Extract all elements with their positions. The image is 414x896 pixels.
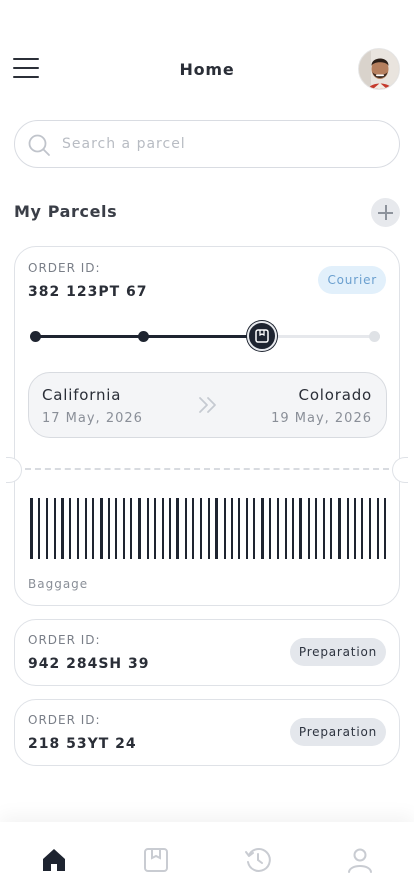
progress-track-remaining [262,335,380,338]
package-icon[interactable] [142,846,170,874]
ticket-divider [25,468,389,470]
order-id-value: 218 53YT 24 [28,736,137,752]
parcel-card[interactable]: ORDER ID: 218 53YT 24 Preparation [14,699,400,766]
progress-step-dot [138,331,149,342]
search-icon [28,134,50,156]
route-panel: California 17 May, 2026 Colorado 19 May,… [28,372,387,438]
barcode-label: Baggage [28,577,89,591]
package-icon [255,329,269,343]
package-marker [247,321,277,351]
parcel-card[interactable]: ORDER ID: 382 123PT 67 Courier Californi… [6,246,408,606]
arrival-date: 19 May, 2026 [271,411,372,426]
search-input[interactable] [62,129,382,159]
add-parcel-button[interactable] [371,198,400,227]
order-id-label: ORDER ID: [28,713,101,727]
status-badge: Courier [318,266,386,294]
progress-track-completed [36,335,262,338]
bottom-navigation [0,822,414,896]
barcode [30,498,386,559]
destination-city: Colorado [298,386,372,404]
ticket-notch [6,457,22,483]
double-chevron-right-icon [199,397,216,413]
delivery-progress [28,321,388,351]
progress-step-dot [30,331,41,342]
order-id-value: 942 284SH 39 [28,656,150,672]
progress-step-dot [369,331,380,342]
status-badge: Preparation [289,638,386,666]
page-title: Home [179,60,235,79]
home-icon[interactable] [40,846,68,874]
section-title: My Parcels [14,202,118,221]
search-bar [14,120,400,168]
profile-icon[interactable] [346,846,374,874]
departure-date: 17 May, 2026 [42,411,143,426]
order-id-label: ORDER ID: [28,261,101,275]
parcel-card[interactable]: ORDER ID: 942 284SH 39 Preparation [14,619,400,686]
history-icon[interactable] [244,846,272,874]
order-id-label: ORDER ID: [28,633,101,647]
top-bar: Home [0,48,414,92]
order-id-value: 382 123PT 67 [28,284,148,300]
origin-city: California [42,386,122,404]
ticket-notch [392,457,408,483]
status-badge: Preparation [289,718,386,746]
avatar[interactable] [358,48,400,90]
